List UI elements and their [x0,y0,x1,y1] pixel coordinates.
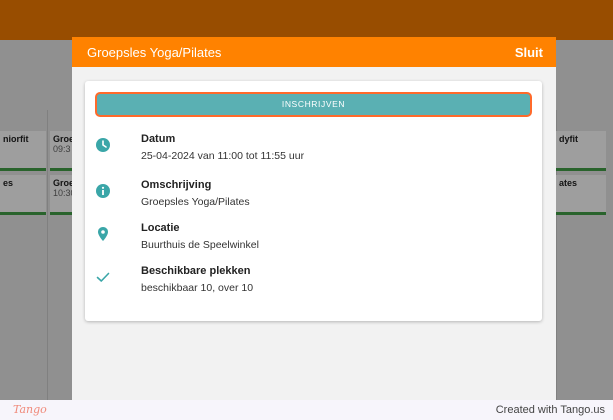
dialog-header: Groepsles Yoga/Pilates Sluit [72,37,556,67]
availability-value: beschikbaar 10, over 10 [141,282,254,294]
date-label: Datum [141,133,176,145]
signup-button[interactable]: INSCHRIJVEN [95,92,532,117]
lesson-details-card: INSCHRIJVEN Datum 25-04-2024 van 11:00 t… [85,81,542,321]
dialog-title: Groepsles Yoga/Pilates [87,44,222,60]
lesson-dialog: Groepsles Yoga/Pilates Sluit INSCHRIJVEN… [72,37,556,400]
date-value: 25-04-2024 van 11:00 tot 11:55 uur [141,150,305,162]
info-icon [95,183,111,199]
created-with-text: Created with Tango.us [495,404,605,416]
close-button[interactable]: Sluit [515,45,543,60]
location-label: Locatie [141,222,180,234]
availability-label: Beschikbare plekken [141,265,251,277]
description-label: Omschrijving [141,179,212,191]
tango-footer: Tango Created with Tango.us [0,400,613,420]
tango-logo: Tango [13,403,47,416]
location-value: Buurthuis de Speelwinkel [141,239,259,251]
checkmark-icon [95,269,111,285]
clock-icon [95,137,111,153]
description-value: Groepsles Yoga/Pilates [141,196,250,208]
location-pin-icon [95,226,111,242]
